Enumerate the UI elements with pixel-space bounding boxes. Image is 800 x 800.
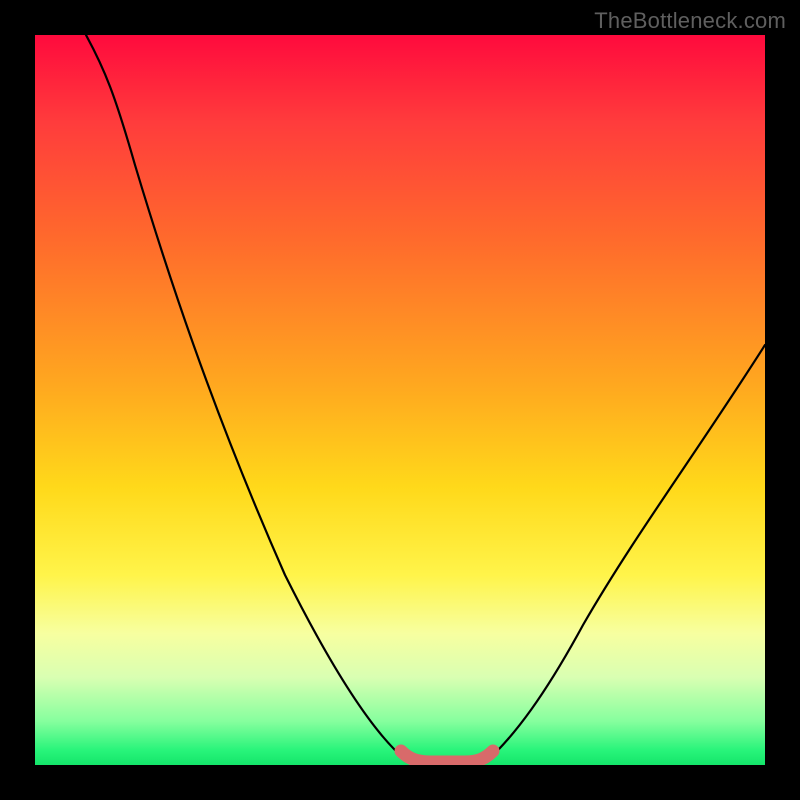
chart-frame: TheBottleneck.com [0,0,800,800]
curve-left-limb [86,35,407,761]
curve-layer [35,35,765,765]
watermark-label: TheBottleneck.com [594,8,786,34]
curve-right-limb [487,345,765,761]
plot-area [35,35,765,765]
curve-trough [401,751,493,762]
